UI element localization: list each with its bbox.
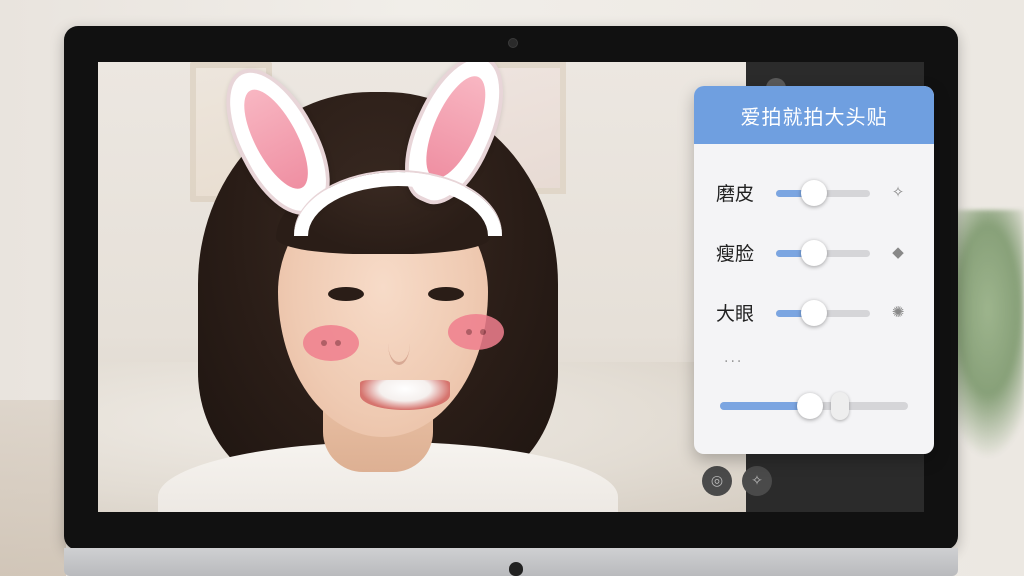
slider-knob[interactable] [800,180,827,206]
control-label: 大眼 [716,303,755,325]
big-eyes-slider[interactable] [776,300,870,326]
slider-knob[interactable] [797,393,824,419]
person-nose [388,322,410,365]
secondary-slider-knob[interactable] [831,392,850,420]
control-row-smooth: 磨皮 ✧ [694,172,934,212]
background-shelf [0,400,66,576]
apple-logo-icon [509,562,523,576]
pig-nose-blush-sticker[interactable] [303,325,359,361]
beauty-panel: 爱拍就拍大头贴 磨皮 ✧ 瘦脸 ◆ 大眼 ✺ ··· [694,86,934,454]
master-slider[interactable] [720,392,908,420]
person-eye [328,287,364,301]
control-label: 磨皮 [716,183,755,205]
face-slim-icon: ◆ [892,243,904,261]
pig-nose-blush-sticker[interactable] [448,314,504,350]
panel-title: 爱拍就拍大头贴 [694,86,934,144]
person-smile [360,380,450,410]
webcam-icon [508,38,518,48]
control-row-big-eyes: 大眼 ✺ [694,292,934,332]
smooth-slider[interactable] [776,180,870,206]
slider-knob[interactable] [800,300,827,326]
control-label: 瘦脸 [716,243,755,265]
person-eye [428,287,464,301]
effects-icon[interactable]: ✧ [742,466,772,496]
eye-enlarge-icon: ✺ [891,303,905,321]
more-options-icon[interactable]: ··· [724,354,743,370]
slider-knob[interactable] [800,240,827,266]
control-row-slim-face: 瘦脸 ◆ [694,232,934,272]
camera-preview [98,62,746,512]
sparkle-icon: ✧ [891,183,905,201]
slim-face-slider[interactable] [776,240,870,266]
camera-icon[interactable]: ◎ [702,466,732,496]
